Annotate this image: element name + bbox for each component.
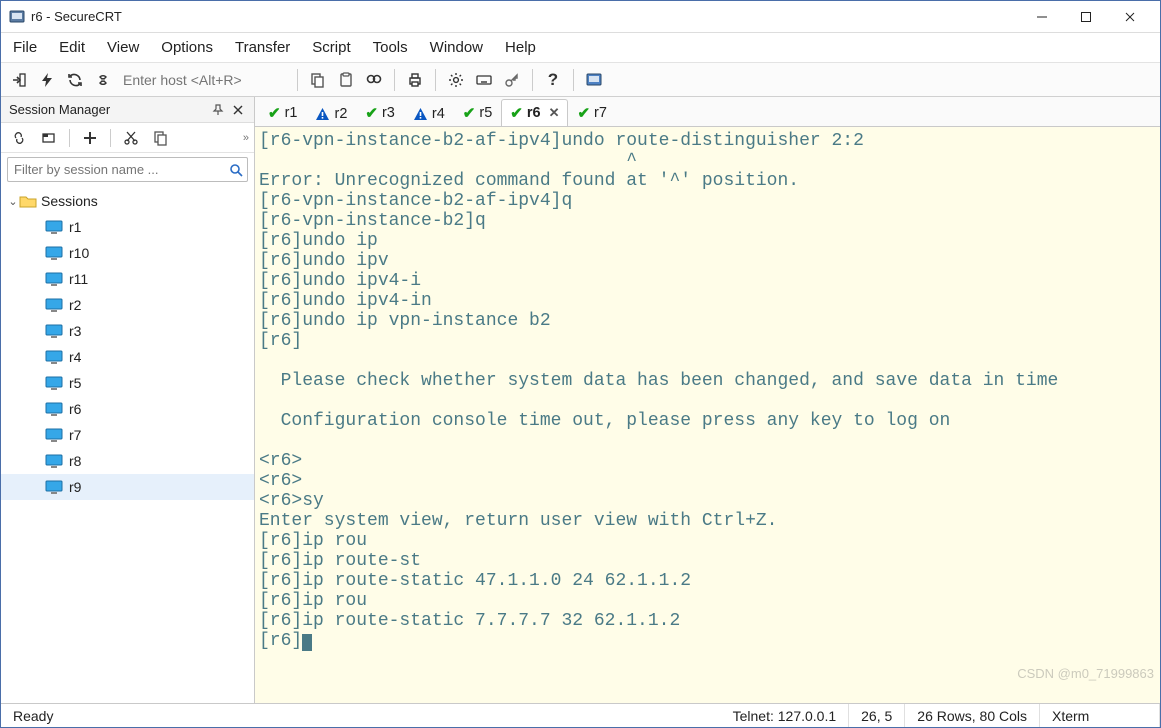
toolbar-separator xyxy=(394,69,395,91)
tab-r2[interactable]: r2 xyxy=(306,100,356,126)
menu-file[interactable]: File xyxy=(11,35,39,60)
menu-options[interactable]: Options xyxy=(159,35,215,60)
session-r9[interactable]: r9 xyxy=(1,474,254,500)
terminal[interactable]: [r6-vpn-instance-b2-af-ipv4]undo route-d… xyxy=(255,127,1160,703)
menu-view[interactable]: View xyxy=(105,35,141,60)
session-r5[interactable]: r5 xyxy=(1,370,254,396)
session-tree[interactable]: ⌄Sessionsr1r10r11r2r3r4r5r6r7r8r9 xyxy=(1,186,254,703)
session-r2[interactable]: r2 xyxy=(1,292,254,318)
tree-root[interactable]: ⌄Sessions xyxy=(1,188,254,214)
reconnect-icon[interactable] xyxy=(63,68,87,92)
toolbar-separator xyxy=(435,69,436,91)
tab-label: r5 xyxy=(479,105,492,121)
tab-label: r4 xyxy=(432,106,445,122)
watermark: CSDN @m0_71999863 xyxy=(1017,666,1154,681)
tab-r5[interactable]: ✔r5 xyxy=(454,99,501,126)
quick-connect-icon[interactable] xyxy=(35,68,59,92)
session-r3[interactable]: r3 xyxy=(1,318,254,344)
close-panel-icon[interactable] xyxy=(230,102,246,118)
host-input[interactable] xyxy=(119,70,289,90)
filter-box xyxy=(7,157,248,182)
toolbar-separator xyxy=(297,69,298,91)
key-icon[interactable] xyxy=(500,68,524,92)
securecrt-icon[interactable] xyxy=(582,68,606,92)
menu-bar: File Edit View Options Transfer Script Tools Wi… xyxy=(1,33,1160,63)
toolbar-separator xyxy=(573,69,574,91)
menu-script[interactable]: Script xyxy=(310,35,352,60)
session-r4[interactable]: r4 xyxy=(1,344,254,370)
copy-icon[interactable] xyxy=(306,68,330,92)
tab-label: r7 xyxy=(594,105,607,121)
pin-icon[interactable] xyxy=(210,102,226,118)
search-icon[interactable] xyxy=(225,159,247,181)
close-tab-icon[interactable]: ✕ xyxy=(549,105,560,121)
check-icon: ✔ xyxy=(365,104,378,122)
settings-icon[interactable] xyxy=(444,68,468,92)
status-ready: Ready xyxy=(1,704,65,727)
new-tab-icon[interactable] xyxy=(37,126,61,150)
status-emulation: Xterm xyxy=(1040,704,1160,727)
title-bar: r6 - SecureCRT xyxy=(1,1,1160,33)
tab-label: r1 xyxy=(285,105,298,121)
terminal-output: [r6-vpn-instance-b2-af-ipv4]undo route-d… xyxy=(259,131,1158,651)
tab-r1[interactable]: ✔r1 xyxy=(259,99,306,126)
menu-edit[interactable]: Edit xyxy=(57,35,87,60)
session-manager-panel: Session Manager » ⌄Sessionsr1r10r1 xyxy=(1,97,255,703)
check-icon: ✔ xyxy=(510,104,523,122)
status-connection: Telnet: 127.0.0.1 xyxy=(721,704,850,727)
session-r1[interactable]: r1 xyxy=(1,214,254,240)
help-icon[interactable]: ? xyxy=(541,68,565,92)
tab-label: r3 xyxy=(382,105,395,121)
status-bar: Ready Telnet: 127.0.0.1 26, 5 26 Rows, 8… xyxy=(1,703,1160,727)
panel-title: Session Manager xyxy=(9,102,110,117)
session-r10[interactable]: r10 xyxy=(1,240,254,266)
maximize-button[interactable] xyxy=(1064,3,1108,31)
tab-label: r6 xyxy=(527,105,541,121)
toolbar-separator xyxy=(532,69,533,91)
minimize-button[interactable] xyxy=(1020,3,1064,31)
menu-window[interactable]: Window xyxy=(428,35,485,60)
copy-session-icon[interactable] xyxy=(149,126,173,150)
menu-help[interactable]: Help xyxy=(503,35,538,60)
panel-header: Session Manager xyxy=(1,97,254,123)
session-r11[interactable]: r11 xyxy=(1,266,254,292)
tab-r7[interactable]: ✔r7 xyxy=(568,99,615,126)
disconnect-icon[interactable] xyxy=(91,68,115,92)
overflow-icon[interactable]: » xyxy=(243,132,248,144)
main-area: ✔r1r2✔r3r4✔r5✔r6✕✔r7 [r6-vpn-instance-b2… xyxy=(255,97,1160,703)
warning-icon xyxy=(315,105,330,122)
warning-icon xyxy=(413,105,428,122)
tab-r4[interactable]: r4 xyxy=(404,100,454,126)
cut-icon[interactable] xyxy=(119,126,143,150)
connect-icon[interactable] xyxy=(7,68,31,92)
session-r6[interactable]: r6 xyxy=(1,396,254,422)
tab-bar: ✔r1r2✔r3r4✔r5✔r6✕✔r7 xyxy=(255,97,1160,127)
close-button[interactable] xyxy=(1108,3,1152,31)
check-icon: ✔ xyxy=(463,104,476,122)
link-icon[interactable] xyxy=(7,126,31,150)
window-title: r6 - SecureCRT xyxy=(31,9,122,24)
app-icon xyxy=(9,9,25,25)
print-icon[interactable] xyxy=(403,68,427,92)
panel-toolbar: » xyxy=(1,123,254,153)
tab-r6[interactable]: ✔r6 ✕ xyxy=(501,99,568,126)
app-window: r6 - SecureCRT File Edit View Options Transf… xyxy=(0,0,1161,728)
tab-r3[interactable]: ✔r3 xyxy=(356,99,403,126)
status-size: 26 Rows, 80 Cols xyxy=(905,704,1040,727)
session-r8[interactable]: r8 xyxy=(1,448,254,474)
status-cursor-pos: 26, 5 xyxy=(849,704,905,727)
paste-icon[interactable] xyxy=(334,68,358,92)
session-r7[interactable]: r7 xyxy=(1,422,254,448)
add-icon[interactable] xyxy=(78,126,102,150)
find-icon[interactable] xyxy=(362,68,386,92)
keyboard-icon[interactable] xyxy=(472,68,496,92)
tab-label: r2 xyxy=(334,106,347,122)
menu-tools[interactable]: Tools xyxy=(371,35,410,60)
filter-input[interactable] xyxy=(8,158,225,181)
menu-transfer[interactable]: Transfer xyxy=(233,35,292,60)
check-icon: ✔ xyxy=(577,104,590,122)
check-icon: ✔ xyxy=(268,104,281,122)
main-toolbar: ? xyxy=(1,63,1160,97)
